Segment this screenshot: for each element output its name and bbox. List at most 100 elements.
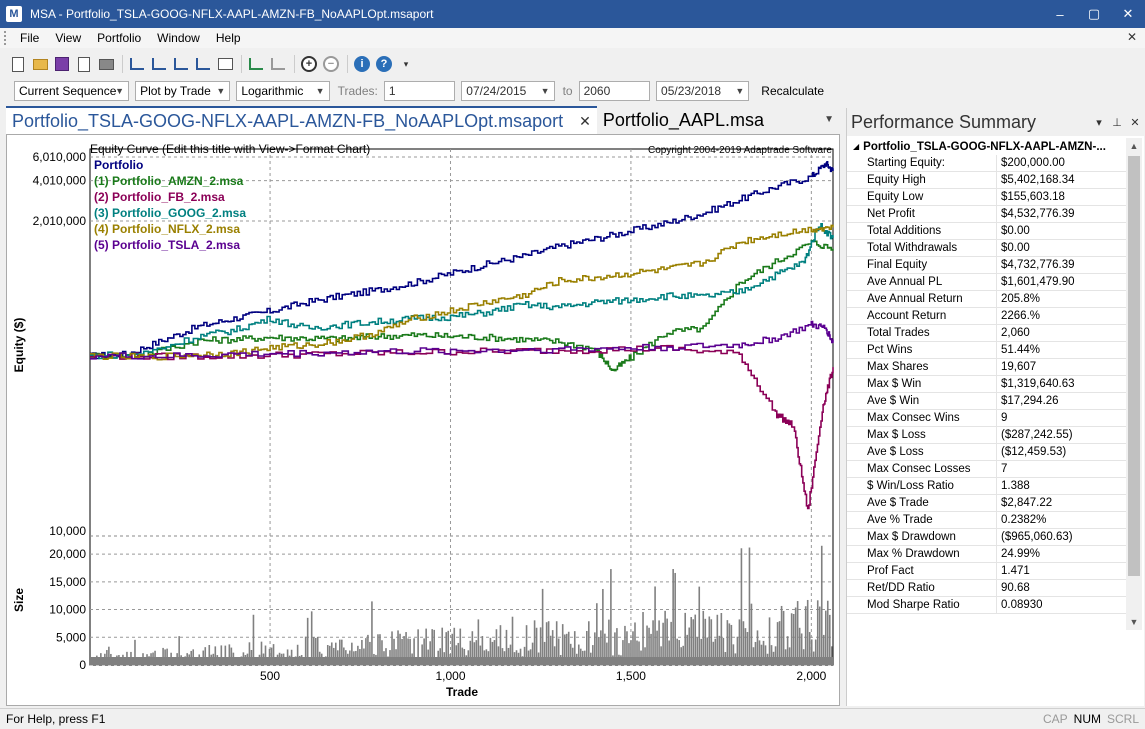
- summary-row[interactable]: Ave % Trade 0.2382%: [847, 512, 1127, 529]
- menu-view[interactable]: View: [47, 28, 89, 48]
- tab-list-icon[interactable]: ▼: [824, 114, 834, 125]
- menu-window[interactable]: Window: [149, 28, 208, 48]
- sequence-select-value: Current Sequence: [19, 84, 117, 98]
- settings-sliders-icon[interactable]: [127, 54, 147, 74]
- app-logo-icon: M: [6, 6, 22, 22]
- maximize-button[interactable]: ▢: [1077, 0, 1111, 28]
- summary-row-label: Ave Annual Return: [847, 291, 997, 307]
- main-toolbar: + − i ? ▾: [0, 50, 1145, 78]
- scroll-thumb[interactable]: [1128, 156, 1140, 576]
- summary-row-value: 2,060: [1001, 327, 1030, 339]
- summary-row[interactable]: Max % Drawdown 24.99%: [847, 546, 1127, 563]
- summary-row[interactable]: Max Consec Losses 7: [847, 461, 1127, 478]
- new-document-icon[interactable]: [8, 54, 28, 74]
- summary-row[interactable]: Ave $ Loss ($12,459.53): [847, 444, 1127, 461]
- summary-row-label: Ret/DD Ratio: [847, 580, 997, 596]
- summary-row[interactable]: Max Shares 19,607: [847, 359, 1127, 376]
- summary-row-label: Account Return: [847, 308, 997, 324]
- equity-chart[interactable]: 500 1,000 1,500 2,000 6,010,000 4,010,000 2,01…: [6, 134, 840, 706]
- info-icon[interactable]: i: [352, 54, 372, 74]
- panel-menu-icon[interactable]: ▾: [1090, 116, 1108, 129]
- scale-select[interactable]: Logarithmic ▼: [236, 81, 330, 101]
- download-icon[interactable]: [171, 54, 191, 74]
- zoom-in-icon[interactable]: +: [299, 54, 319, 74]
- num-indicator: NUM: [1073, 712, 1101, 726]
- copy-icon[interactable]: [74, 54, 94, 74]
- mdi-close-icon[interactable]: ✕: [1127, 30, 1137, 44]
- sequence-select[interactable]: Current Sequence ▼: [14, 81, 130, 101]
- size-bar: [818, 606, 821, 665]
- summary-row-value: 90.68: [1001, 582, 1030, 594]
- recalculate-button[interactable]: Recalculate: [755, 81, 830, 101]
- summary-row-value: 9: [1001, 412, 1008, 424]
- tab-close-icon[interactable]: ✕: [579, 113, 591, 130]
- table-icon[interactable]: [215, 54, 235, 74]
- summary-row-value: 0.08930: [1001, 599, 1043, 611]
- summary-row[interactable]: Net Profit $4,532,776.39: [847, 206, 1127, 223]
- dots-icon[interactable]: [268, 54, 288, 74]
- close-button[interactable]: ✕: [1111, 0, 1145, 28]
- size-bar: [804, 606, 807, 665]
- menu-file[interactable]: File: [12, 28, 47, 48]
- summary-row-label: Equity Low: [847, 189, 997, 205]
- menu-portfolio[interactable]: Portfolio: [89, 28, 149, 48]
- panel-close-icon[interactable]: ✕: [1126, 116, 1144, 129]
- date-to-picker[interactable]: 05/23/2018 ▼: [656, 81, 750, 101]
- tab-portfolio-aapl[interactable]: Portfolio_AAPL.msa: [596, 106, 770, 134]
- size-bar: [310, 611, 313, 665]
- trades-from-input[interactable]: 1: [383, 81, 456, 101]
- open-folder-icon[interactable]: [30, 54, 50, 74]
- summary-group-header[interactable]: ◢ Portfolio_TSLA-GOOG-NFLX-AAPL-AMZN-...: [847, 138, 1127, 155]
- help-icon[interactable]: ?: [374, 54, 394, 74]
- tab-portfolio-msaport[interactable]: Portfolio_TSLA-GOOG-NFLX-AAPL-AMZN-FB_No…: [6, 106, 597, 134]
- size-bar: [806, 599, 809, 665]
- print-icon[interactable]: [96, 54, 116, 74]
- legend-entry: (5) Portfolio_TSLA_2.msa: [94, 238, 240, 252]
- chevron-down-icon: ▼: [216, 86, 226, 96]
- date-from-picker[interactable]: 07/24/2015 ▼: [461, 81, 555, 101]
- summary-row[interactable]: $ Win/Loss Ratio 1.388: [847, 478, 1127, 495]
- summary-row[interactable]: Prof Fact 1.471: [847, 563, 1127, 580]
- minimize-button[interactable]: –: [1043, 0, 1077, 28]
- summary-row[interactable]: Max $ Loss ($287,242.55): [847, 427, 1127, 444]
- size-bar: [541, 588, 544, 665]
- histogram-icon[interactable]: [193, 54, 213, 74]
- plot-by-select[interactable]: Plot by Trade ▼: [135, 81, 231, 101]
- scroll-up-icon[interactable]: ▲: [1126, 138, 1142, 154]
- summary-row[interactable]: Account Return 2266.%: [847, 308, 1127, 325]
- pin-icon[interactable]: ⊥: [1108, 116, 1126, 129]
- summary-row[interactable]: Total Additions $0.00: [847, 223, 1127, 240]
- ruler-icon[interactable]: [149, 54, 169, 74]
- summary-row[interactable]: Equity High $5,402,168.34: [847, 172, 1127, 189]
- group-label: Portfolio_TSLA-GOOG-NFLX-AAPL-AMZN-...: [863, 140, 1106, 153]
- trades-to-input[interactable]: 2060: [578, 81, 651, 101]
- summary-row[interactable]: Ave Annual Return 205.8%: [847, 291, 1127, 308]
- size-bar: [816, 600, 819, 665]
- date-from-value: 07/24/2015: [466, 84, 527, 98]
- scroll-down-icon[interactable]: ▼: [1126, 614, 1142, 630]
- summary-row[interactable]: Max Consec Wins 9: [847, 410, 1127, 427]
- summary-row[interactable]: Pct Wins 51.44%: [847, 342, 1127, 359]
- summary-row[interactable]: Total Trades 2,060: [847, 325, 1127, 342]
- zoom-out-icon[interactable]: −: [321, 54, 341, 74]
- scatter-icon[interactable]: [246, 54, 266, 74]
- summary-row[interactable]: Ave $ Trade $2,847.22: [847, 495, 1127, 512]
- legend-entry: (3) Portfolio_GOOG_2.msa: [94, 206, 246, 220]
- summary-row[interactable]: Ret/DD Ratio 90.68: [847, 580, 1127, 597]
- panel-scrollbar[interactable]: ▲ ▼: [1126, 138, 1142, 630]
- save-icon[interactable]: [52, 54, 72, 74]
- summary-row[interactable]: Final Equity $4,732,776.39: [847, 257, 1127, 274]
- x-tick-label: 500: [260, 669, 280, 683]
- summary-row[interactable]: Starting Equity: $200,000.00: [847, 155, 1127, 172]
- summary-row[interactable]: Ave Annual PL $1,601,479.90: [847, 274, 1127, 291]
- summary-row[interactable]: Total Withdrawals $0.00: [847, 240, 1127, 257]
- summary-row[interactable]: Equity Low $155,603.18: [847, 189, 1127, 206]
- collapse-icon[interactable]: ◢: [853, 142, 859, 151]
- menu-help[interactable]: Help: [208, 28, 249, 48]
- toolbar-overflow-icon[interactable]: ▾: [396, 54, 416, 74]
- summary-row[interactable]: Max $ Win $1,319,640.63: [847, 376, 1127, 393]
- summary-row[interactable]: Ave $ Win $17,294.26: [847, 393, 1127, 410]
- summary-row[interactable]: Mod Sharpe Ratio 0.08930: [847, 597, 1127, 614]
- size-bar: [794, 607, 797, 665]
- summary-row[interactable]: Max $ Drawdown ($965,060.63): [847, 529, 1127, 546]
